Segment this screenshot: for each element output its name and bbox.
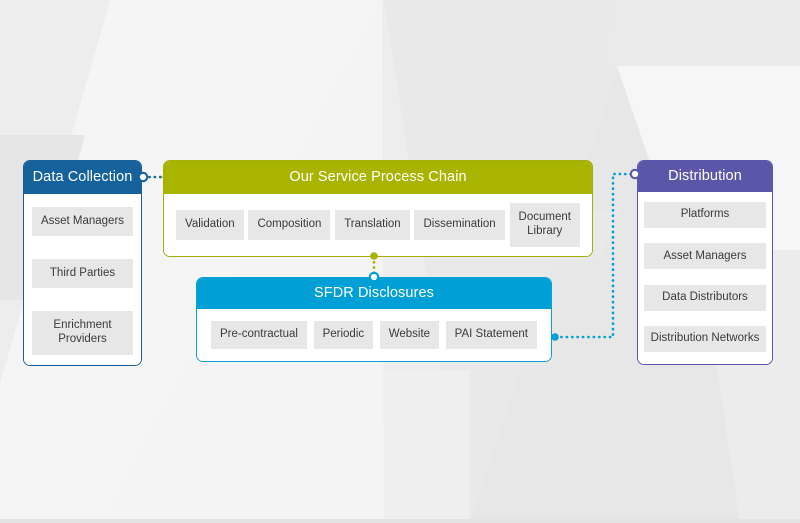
- tag-periodic[interactable]: Periodic: [314, 321, 374, 349]
- panel-sfdr-disclosures-body: Pre-contractual Periodic Website PAI Sta…: [197, 309, 551, 361]
- tag-website[interactable]: Website: [380, 321, 439, 349]
- tag-pai-statement[interactable]: PAI Statement: [446, 321, 537, 349]
- tag-distribution-networks[interactable]: Distribution Networks: [644, 326, 766, 352]
- tag-distribution-asset-managers[interactable]: Asset Managers: [644, 243, 766, 269]
- tag-document-library[interactable]: Document Library: [510, 203, 580, 247]
- tag-asset-managers[interactable]: Asset Managers: [32, 207, 133, 236]
- tag-platforms[interactable]: Platforms: [644, 202, 766, 228]
- tag-enrichment-providers-line2: Providers: [53, 333, 111, 347]
- tag-enrichment-providers-line1: Enrichment: [53, 319, 111, 333]
- tag-composition[interactable]: Composition: [248, 210, 330, 240]
- panel-data-collection[interactable]: Data Collection Asset Managers Third Par…: [23, 160, 142, 366]
- panel-distribution-body: Platforms Asset Managers Data Distributo…: [638, 192, 772, 364]
- panel-process-chain-title: Our Service Process Chain: [164, 161, 592, 194]
- panel-sfdr-disclosures[interactable]: SFDR Disclosures Pre-contractual Periodi…: [196, 277, 552, 362]
- diagram-canvas: Data Collection Asset Managers Third Par…: [0, 0, 800, 523]
- panel-distribution-title: Distribution: [638, 161, 772, 192]
- tag-pre-contractual[interactable]: Pre-contractual: [211, 321, 307, 349]
- tag-enrichment-providers[interactable]: Enrichment Providers: [32, 311, 133, 355]
- panel-sfdr-disclosures-title: SFDR Disclosures: [197, 278, 551, 309]
- panel-distribution[interactable]: Distribution Platforms Asset Managers Da…: [637, 160, 773, 365]
- panel-process-chain-body: Validation Composition Translation Disse…: [164, 194, 592, 256]
- tag-data-distributors[interactable]: Data Distributors: [644, 285, 766, 311]
- tag-third-parties[interactable]: Third Parties: [32, 259, 133, 288]
- panel-data-collection-title: Data Collection: [24, 161, 141, 194]
- tag-translation[interactable]: Translation: [335, 210, 409, 240]
- tag-document-library-line1: Document: [519, 211, 571, 225]
- panel-process-chain[interactable]: Our Service Process Chain Validation Com…: [163, 160, 593, 257]
- tag-validation[interactable]: Validation: [176, 210, 244, 240]
- panel-data-collection-body: Asset Managers Third Parties Enrichment …: [24, 194, 141, 365]
- tag-dissemination[interactable]: Dissemination: [414, 210, 504, 240]
- tag-document-library-line2: Library: [527, 225, 562, 239]
